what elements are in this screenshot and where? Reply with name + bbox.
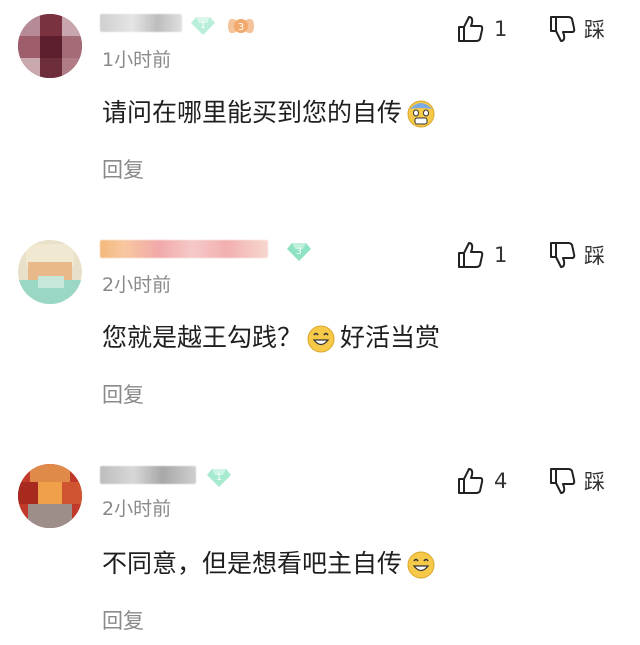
thumbs-down-icon (550, 242, 576, 268)
comment-time: 2小时前 (102, 498, 172, 520)
level-gem-icon: 1 (191, 17, 215, 35)
comment-text-main: 请问在哪里能买到您的自传 (102, 98, 403, 127)
comment-text-main: 您就是越王勾践？ (102, 323, 303, 352)
svg-text:3: 3 (238, 22, 244, 33)
comment-time: 1小时前 (102, 49, 172, 71)
fear-face-emoji-icon (407, 100, 435, 128)
like-button[interactable]: 4 (456, 466, 507, 496)
svg-text:1: 1 (216, 473, 222, 483)
dislike-label: 踩 (584, 244, 605, 268)
comment-text-main: 不同意，但是想看吧主自传 (102, 549, 403, 578)
comment-text: 不同意，但是想看吧主自传 (102, 548, 440, 580)
comment-text: 您就是越王勾践？ 好活当赏 (102, 322, 440, 354)
thumbs-up-icon (458, 468, 484, 494)
username-blurred[interactable] (100, 240, 268, 258)
svg-text:1: 1 (200, 21, 206, 31)
comment-text-after: 好活当赏 (340, 323, 441, 352)
like-count: 4 (494, 469, 508, 493)
reply-button[interactable]: 回复 (102, 608, 144, 634)
thumbs-down-icon (550, 468, 576, 494)
level-gem-icon: 1 (207, 469, 231, 487)
username-blurred[interactable] (100, 14, 182, 32)
thumbs-up-icon (458, 242, 484, 268)
level-gem-icon: 3 (287, 243, 311, 261)
like-count: 1 (494, 243, 508, 267)
thumbs-up-icon (458, 16, 484, 42)
like-count: 1 (494, 17, 508, 41)
svg-text:3: 3 (296, 247, 302, 257)
fan-badge-icon: 3 (228, 18, 254, 34)
comment-text: 请问在哪里能买到您的自传 (102, 97, 440, 129)
grin-face-emoji-icon (407, 551, 435, 579)
username-blurred[interactable] (100, 466, 196, 484)
reply-button[interactable]: 回复 (102, 382, 144, 408)
grin-face-emoji-icon (307, 325, 335, 353)
avatar[interactable] (18, 14, 82, 78)
dislike-label: 踩 (584, 470, 605, 494)
dislike-label: 踩 (584, 18, 605, 42)
dislike-button[interactable]: 踩 (548, 466, 605, 496)
comment-time: 2小时前 (102, 274, 172, 296)
avatar[interactable] (18, 240, 82, 304)
dislike-button[interactable]: 踩 (548, 14, 605, 44)
dislike-button[interactable]: 踩 (548, 240, 605, 270)
avatar[interactable] (18, 464, 82, 528)
like-button[interactable]: 1 (456, 14, 507, 44)
thumbs-down-icon (550, 16, 576, 42)
like-button[interactable]: 1 (456, 240, 507, 270)
reply-button[interactable]: 回复 (102, 157, 144, 183)
